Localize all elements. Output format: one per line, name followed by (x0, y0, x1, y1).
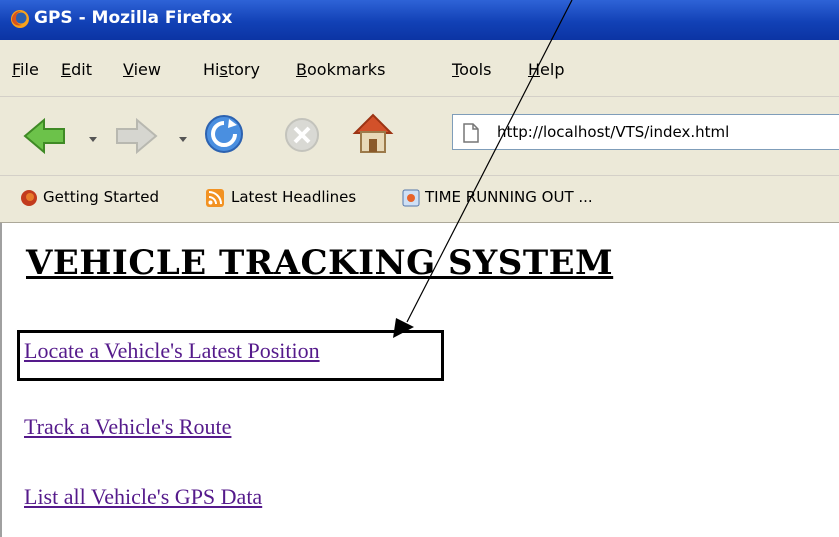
menu-file[interactable]: File (12, 60, 39, 79)
menu-tools[interactable]: Tools (452, 60, 491, 79)
window-title: GPS - Mozilla Firefox (34, 8, 233, 28)
firefox-logo-icon (11, 10, 29, 28)
back-icon[interactable] (22, 117, 68, 155)
forward-icon[interactable] (113, 117, 159, 155)
bookmarks-toolbar: Getting Started Latest Headlines TIME RU… (0, 176, 839, 223)
bookmark-page-icon (402, 189, 420, 207)
page-icon (463, 123, 479, 143)
page-title: VEHICLE TRACKING SYSTEM (26, 243, 614, 283)
link-list-gps-data[interactable]: List all Vehicle's GPS Data (24, 484, 262, 510)
menu-help[interactable]: Help (528, 60, 564, 79)
menu-history[interactable]: History (203, 60, 260, 79)
menu-bar: File Edit View History Bookmarks Tools H… (0, 40, 839, 97)
url-text[interactable]: http://localhost/VTS/index.html (497, 123, 729, 141)
forward-history-dropdown[interactable] (179, 137, 187, 142)
bookmark-time-running-out[interactable]: TIME RUNNING OUT ... (425, 188, 593, 206)
menu-edit[interactable]: Edit (61, 60, 92, 79)
reload-icon[interactable] (203, 113, 245, 155)
back-history-dropdown[interactable] (89, 137, 97, 142)
link-track-route[interactable]: Track a Vehicle's Route (24, 414, 231, 440)
annotation-highlight-box (17, 330, 444, 381)
bookmark-getting-started[interactable]: Getting Started (43, 188, 159, 206)
rss-feed-icon (206, 189, 224, 207)
menu-view[interactable]: View (123, 60, 161, 79)
bookmark-latest-headlines[interactable]: Latest Headlines (231, 188, 356, 206)
navigation-toolbar: http://localhost/VTS/index.html (0, 97, 839, 176)
stop-icon[interactable] (283, 116, 321, 154)
address-bar[interactable]: http://localhost/VTS/index.html (452, 114, 839, 150)
firefox-logo-icon (21, 190, 37, 206)
home-icon[interactable] (352, 111, 394, 155)
window-title-bar[interactable]: GPS - Mozilla Firefox (0, 0, 839, 40)
menu-bookmarks[interactable]: Bookmarks (296, 60, 385, 79)
